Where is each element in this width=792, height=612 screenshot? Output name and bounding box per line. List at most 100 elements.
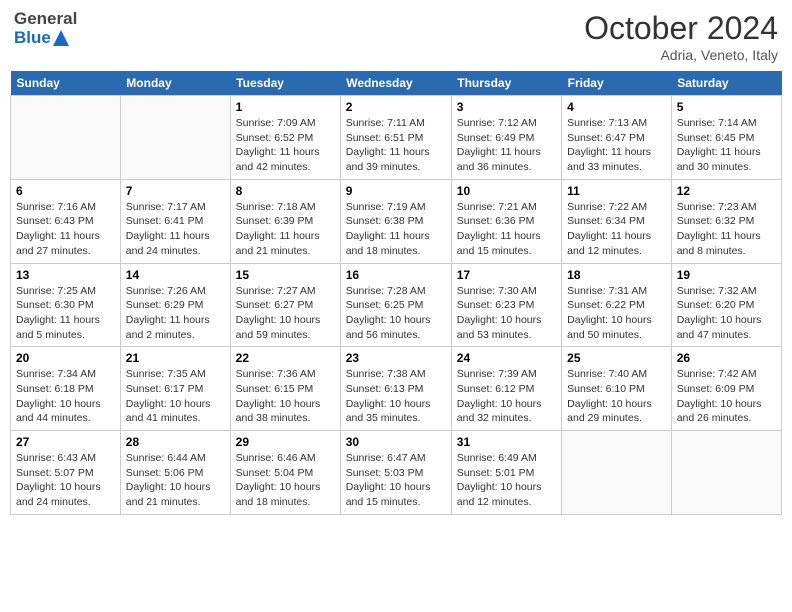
day-number: 3	[457, 100, 556, 114]
cell-info: Sunrise: 7:11 AMSunset: 6:51 PMDaylight:…	[346, 116, 446, 175]
calendar-cell: 11Sunrise: 7:22 AMSunset: 6:34 PMDayligh…	[562, 179, 672, 263]
calendar-cell: 12 Sunrise: 7:23 AMSunset: 6:32 PMDayligh…	[671, 179, 781, 263]
logo: General Blue	[14, 10, 77, 47]
day-number: 16	[346, 268, 446, 282]
cell-info: Sunrise: 7:32 AMSunset: 6:20 PMDaylight:…	[677, 284, 776, 343]
calendar-cell: 3 Sunrise: 7:12 AMSunset: 6:49 PMDaylight…	[451, 96, 561, 180]
cell-info: Sunrise: 7:28 AMSunset: 6:25 PMDaylight:…	[346, 284, 446, 343]
day-header-wednesday: Wednesday	[340, 71, 451, 96]
cell-info: Sunrise: 7:09 AMSunset: 6:52 PMDaylight:…	[236, 116, 335, 175]
cell-info: Sunrise: 7:42 AMSunset: 6:09 PMDaylight:…	[677, 367, 776, 426]
day-header-saturday: Saturday	[671, 71, 781, 96]
day-number: 17	[457, 268, 556, 282]
day-header-sunday: Sunday	[11, 71, 121, 96]
calendar-cell: 27 Sunrise: 6:43 AMSunset: 5:07 PMDayligh…	[11, 431, 121, 515]
cell-info: Sunrise: 7:21 AMSunset: 6:36 PMDaylight:…	[457, 200, 556, 259]
day-number: 27	[16, 435, 115, 449]
calendar-cell: 9 Sunrise: 7:19 AMSunset: 6:38 PMDaylight…	[340, 179, 451, 263]
calendar-cell: 31Sunrise: 6:49 AMSunset: 5:01 PMDayligh…	[451, 431, 561, 515]
day-header-tuesday: Tuesday	[230, 71, 340, 96]
logo-general: General	[14, 10, 77, 29]
cell-info: Sunrise: 7:19 AMSunset: 6:38 PMDaylight:…	[346, 200, 446, 259]
calendar-cell: 23Sunrise: 7:38 AMSunset: 6:13 PMDayligh…	[340, 347, 451, 431]
day-number: 12	[677, 184, 776, 198]
month-title: October 2024	[584, 10, 778, 47]
calendar-cell: 20 Sunrise: 7:34 AMSunset: 6:18 PMDayligh…	[11, 347, 121, 431]
cell-info: Sunrise: 6:46 AMSunset: 5:04 PMDaylight:…	[236, 451, 335, 510]
calendar-cell	[11, 96, 121, 180]
day-header-monday: Monday	[120, 71, 230, 96]
day-number: 6	[16, 184, 115, 198]
calendar-cell: 14 Sunrise: 7:26 AMSunset: 6:29 PMDayligh…	[120, 263, 230, 347]
calendar-cell	[120, 96, 230, 180]
calendar-cell: 1 Sunrise: 7:09 AMSunset: 6:52 PMDaylight…	[230, 96, 340, 180]
cell-info: Sunrise: 7:31 AMSunset: 6:22 PMDaylight:…	[567, 284, 666, 343]
calendar-cell: 2 Sunrise: 7:11 AMSunset: 6:51 PMDaylight…	[340, 96, 451, 180]
cell-info: Sunrise: 7:13 AMSunset: 6:47 PMDaylight:…	[567, 116, 666, 175]
cell-info: Sunrise: 6:44 AMSunset: 5:06 PMDaylight:…	[126, 451, 225, 510]
week-row-3: 13 Sunrise: 7:25 AMSunset: 6:30 PMDayligh…	[11, 263, 782, 347]
cell-info: Sunrise: 7:35 AMSunset: 6:17 PMDaylight:…	[126, 367, 225, 426]
day-number: 2	[346, 100, 446, 114]
cell-info: Sunrise: 7:17 AMSunset: 6:41 PMDaylight:…	[126, 200, 225, 259]
calendar-cell: 25 Sunrise: 7:40 AMSunset: 6:10 PMDayligh…	[562, 347, 672, 431]
calendar-cell: 13 Sunrise: 7:25 AMSunset: 6:30 PMDayligh…	[11, 263, 121, 347]
week-row-1: 1 Sunrise: 7:09 AMSunset: 6:52 PMDaylight…	[11, 96, 782, 180]
cell-info: Sunrise: 6:47 AMSunset: 5:03 PMDaylight:…	[346, 451, 446, 510]
day-number: 9	[346, 184, 446, 198]
day-number: 21	[126, 351, 225, 365]
cell-info: Sunrise: 7:25 AMSunset: 6:30 PMDaylight:…	[16, 284, 115, 343]
cell-info: Sunrise: 7:12 AMSunset: 6:49 PMDaylight:…	[457, 116, 556, 175]
day-number: 10	[457, 184, 556, 198]
calendar-cell: 17Sunrise: 7:30 AMSunset: 6:23 PMDayligh…	[451, 263, 561, 347]
calendar-cell: 21 Sunrise: 7:35 AMSunset: 6:17 PMDayligh…	[120, 347, 230, 431]
day-number: 25	[567, 351, 666, 365]
day-number: 29	[236, 435, 335, 449]
calendar-cell: 28 Sunrise: 6:44 AMSunset: 5:06 PMDayligh…	[120, 431, 230, 515]
cell-info: Sunrise: 7:36 AMSunset: 6:15 PMDaylight:…	[236, 367, 335, 426]
calendar-cell: 5 Sunrise: 7:14 AMSunset: 6:45 PMDaylight…	[671, 96, 781, 180]
day-number: 26	[677, 351, 776, 365]
day-header-friday: Friday	[562, 71, 672, 96]
week-row-4: 20 Sunrise: 7:34 AMSunset: 6:18 PMDayligh…	[11, 347, 782, 431]
calendar-cell: 24 Sunrise: 7:39 AMSunset: 6:12 PMDayligh…	[451, 347, 561, 431]
calendar-cell: 4 Sunrise: 7:13 AMSunset: 6:47 PMDaylight…	[562, 96, 672, 180]
calendar-cell: 22Sunrise: 7:36 AMSunset: 6:15 PMDayligh…	[230, 347, 340, 431]
day-number: 31	[457, 435, 556, 449]
cell-info: Sunrise: 7:23 AMSunset: 6:32 PMDaylight:…	[677, 200, 776, 259]
cell-info: Sunrise: 7:40 AMSunset: 6:10 PMDaylight:…	[567, 367, 666, 426]
day-number: 20	[16, 351, 115, 365]
calendar-cell: 19 Sunrise: 7:32 AMSunset: 6:20 PMDayligh…	[671, 263, 781, 347]
cell-info: Sunrise: 7:26 AMSunset: 6:29 PMDaylight:…	[126, 284, 225, 343]
cell-info: Sunrise: 7:18 AMSunset: 6:39 PMDaylight:…	[236, 200, 335, 259]
cell-info: Sunrise: 7:16 AMSunset: 6:43 PMDaylight:…	[16, 200, 115, 259]
day-number: 28	[126, 435, 225, 449]
calendar-cell: 18Sunrise: 7:31 AMSunset: 6:22 PMDayligh…	[562, 263, 672, 347]
day-number: 5	[677, 100, 776, 114]
day-number: 19	[677, 268, 776, 282]
day-number: 14	[126, 268, 225, 282]
calendar-cell: 15Sunrise: 7:27 AMSunset: 6:27 PMDayligh…	[230, 263, 340, 347]
logo-icon	[53, 30, 69, 46]
days-header-row: SundayMondayTuesdayWednesdayThursdayFrid…	[11, 71, 782, 96]
page-header: General Blue October 2024 Adria, Veneto,…	[10, 10, 782, 63]
calendar-cell	[562, 431, 672, 515]
day-number: 15	[236, 268, 335, 282]
week-row-2: 6 Sunrise: 7:16 AMSunset: 6:43 PMDaylight…	[11, 179, 782, 263]
day-number: 1	[236, 100, 335, 114]
calendar-cell: 29 Sunrise: 6:46 AMSunset: 5:04 PMDayligh…	[230, 431, 340, 515]
calendar-cell: 26 Sunrise: 7:42 AMSunset: 6:09 PMDayligh…	[671, 347, 781, 431]
day-number: 13	[16, 268, 115, 282]
day-number: 4	[567, 100, 666, 114]
cell-info: Sunrise: 6:43 AMSunset: 5:07 PMDaylight:…	[16, 451, 115, 510]
calendar-cell: 7Sunrise: 7:17 AMSunset: 6:41 PMDaylight…	[120, 179, 230, 263]
day-number: 24	[457, 351, 556, 365]
cell-info: Sunrise: 7:14 AMSunset: 6:45 PMDaylight:…	[677, 116, 776, 175]
calendar-cell: 10 Sunrise: 7:21 AMSunset: 6:36 PMDayligh…	[451, 179, 561, 263]
calendar-cell: 8Sunrise: 7:18 AMSunset: 6:39 PMDaylight…	[230, 179, 340, 263]
cell-info: Sunrise: 7:39 AMSunset: 6:12 PMDaylight:…	[457, 367, 556, 426]
day-header-thursday: Thursday	[451, 71, 561, 96]
cell-info: Sunrise: 7:34 AMSunset: 6:18 PMDaylight:…	[16, 367, 115, 426]
location-subtitle: Adria, Veneto, Italy	[584, 47, 778, 63]
logo-blue: Blue	[14, 29, 51, 48]
